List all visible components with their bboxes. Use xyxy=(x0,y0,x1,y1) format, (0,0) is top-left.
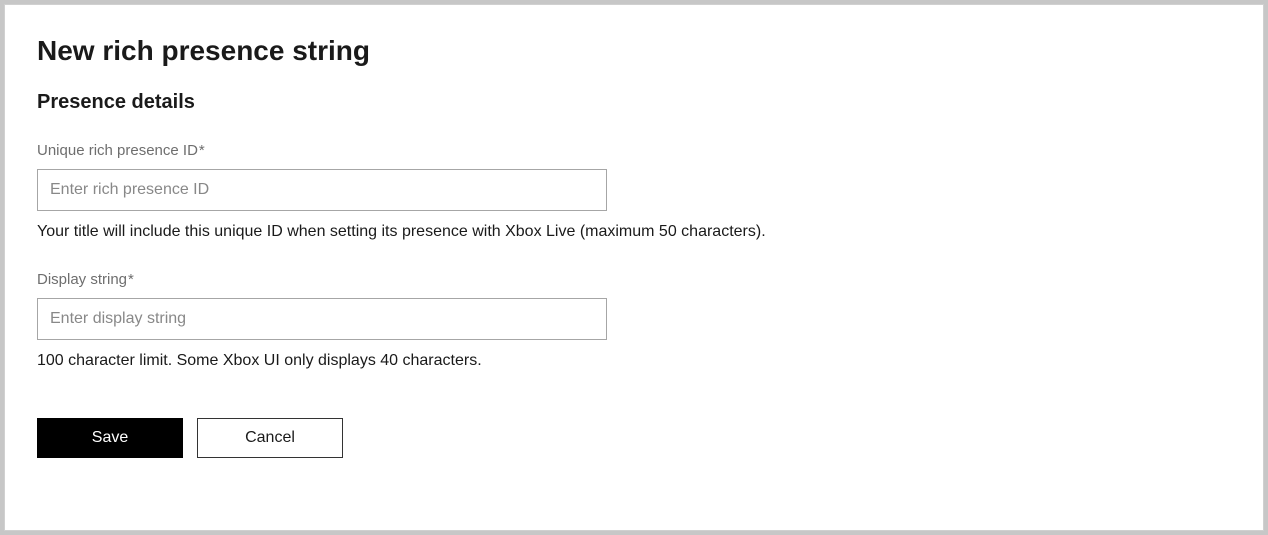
required-marker: * xyxy=(199,142,205,159)
unique-id-label-text: Unique rich presence ID xyxy=(37,142,198,159)
display-string-input[interactable] xyxy=(37,298,607,340)
save-button[interactable]: Save xyxy=(37,418,183,458)
form-panel: New rich presence string Presence detail… xyxy=(4,4,1264,531)
required-marker: * xyxy=(128,271,134,288)
display-string-help: 100 character limit. Some Xbox UI only d… xyxy=(37,352,1231,370)
display-string-label-text: Display string xyxy=(37,271,127,288)
display-string-label: Display string* xyxy=(37,271,1231,288)
unique-id-field-group: Unique rich presence ID* Your title will… xyxy=(37,142,1231,241)
button-row: Save Cancel xyxy=(37,418,1231,458)
cancel-button[interactable]: Cancel xyxy=(197,418,343,458)
page-title: New rich presence string xyxy=(37,35,1231,67)
section-title: Presence details xyxy=(37,91,1231,114)
unique-id-label: Unique rich presence ID* xyxy=(37,142,1231,159)
unique-id-help: Your title will include this unique ID w… xyxy=(37,223,1231,241)
unique-id-input[interactable] xyxy=(37,169,607,211)
display-string-field-group: Display string* 100 character limit. Som… xyxy=(37,271,1231,370)
